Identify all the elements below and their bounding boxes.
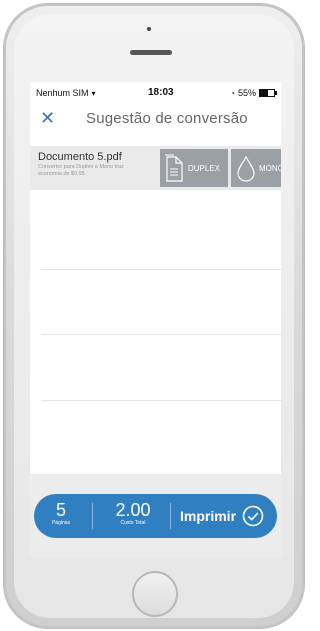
print-action-bar: 5 Páginas 2.00 Custo Total Imprimir [34, 494, 277, 538]
print-label: Imprimir [180, 508, 237, 524]
carrier-label: Nenhum SIM [36, 88, 89, 98]
duplex-page-icon [165, 154, 183, 182]
mono-button[interactable]: MONO [231, 149, 281, 187]
front-camera [147, 27, 151, 31]
duplex-button[interactable]: DUPLEX [160, 149, 228, 187]
home-button[interactable] [132, 571, 178, 617]
list-divider [41, 269, 281, 270]
mono-label: MONO [259, 163, 281, 173]
status-time: 18:03 [148, 87, 174, 98]
battery-percent: 55% [237, 88, 256, 98]
page-count: 5 Páginas [46, 494, 76, 538]
app-screen: Nenhum SIM ▾ 18:03 ◔ 55% ✕ Sugestão de co… [30, 82, 281, 557]
page-count-value: 5 [55, 500, 66, 520]
page-count-label: Páginas [51, 520, 71, 526]
rotation-lock-icon: ◔ [230, 88, 235, 98]
ink-drop-icon [237, 155, 255, 182]
check-circle-icon [242, 505, 264, 527]
wifi-icon: ▾ [91, 89, 96, 98]
document-name: Documento 5.pdf [38, 151, 122, 163]
list-divider [41, 334, 281, 335]
print-button[interactable]: Imprimir [180, 494, 274, 538]
navigation-bar: ✕ Sugestão de conversão [30, 102, 281, 136]
divider [170, 503, 171, 529]
close-icon[interactable]: ✕ [40, 109, 55, 127]
divider [92, 503, 93, 529]
battery-status: ◔ 55% [230, 88, 277, 98]
savings-description: Converter para Duplex e Mono traz econom… [38, 164, 124, 177]
total-cost: 2.00 Custo Total [108, 494, 158, 538]
total-cost-label: Custo Total [120, 520, 146, 526]
carrier-status: Nenhum SIM ▾ [36, 88, 96, 98]
total-cost-value: 2.00 [115, 500, 151, 520]
earpiece-speaker [130, 50, 172, 55]
conversion-suggestion-row[interactable]: Documento 5.pdf Converter para Duplex e … [30, 146, 281, 190]
list-divider [41, 400, 281, 401]
page-title: Sugestão de conversão [86, 110, 248, 127]
duplex-label: DUPLEX [188, 163, 221, 173]
status-bar: Nenhum SIM ▾ 18:03 ◔ 55% [30, 82, 281, 102]
battery-icon [259, 89, 277, 97]
